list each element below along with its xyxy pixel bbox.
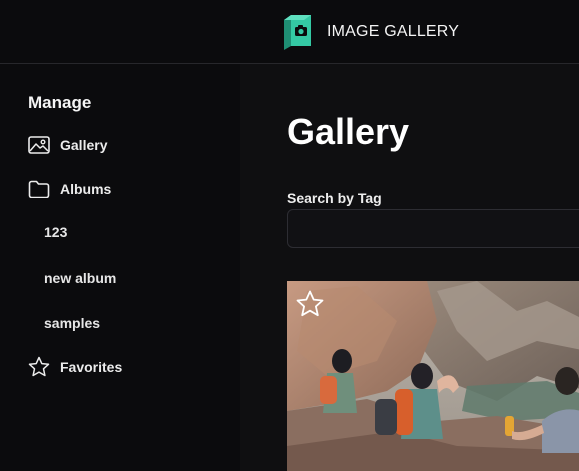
top-bar: IMAGE GALLERY: [0, 0, 579, 64]
sidebar-item-gallery[interactable]: Gallery: [28, 134, 107, 156]
folder-icon: [28, 178, 50, 200]
sidebar-item-favorites[interactable]: Favorites: [28, 356, 122, 378]
main-content: Gallery Search by Tag: [240, 64, 579, 471]
sidebar-item-label: Gallery: [60, 137, 108, 153]
page-title: Gallery: [287, 111, 410, 152]
album-item[interactable]: samples: [44, 315, 100, 331]
app-title: IMAGE GALLERY: [327, 23, 460, 40]
sidebar-item-label: Albums: [60, 181, 112, 197]
photo-card[interactable]: [287, 281, 579, 471]
image-icon: [28, 134, 50, 156]
tag-search-input[interactable]: [287, 209, 579, 248]
photo-image: [287, 281, 579, 471]
album-item[interactable]: new album: [44, 270, 116, 286]
sidebar-heading: Manage: [28, 93, 92, 112]
sidebar-item-label: Favorites: [60, 359, 123, 375]
sidebar: Manage Gallery Albums 123 new album samp…: [0, 64, 240, 471]
sidebar-item-albums[interactable]: Albums: [28, 178, 111, 200]
search-label: Search by Tag: [287, 190, 382, 206]
favorite-toggle-icon[interactable]: [295, 289, 325, 319]
album-item[interactable]: 123: [44, 224, 67, 240]
camera-box-icon: [284, 15, 311, 50]
brand[interactable]: IMAGE GALLERY: [281, 13, 459, 51]
star-icon: [28, 356, 50, 378]
